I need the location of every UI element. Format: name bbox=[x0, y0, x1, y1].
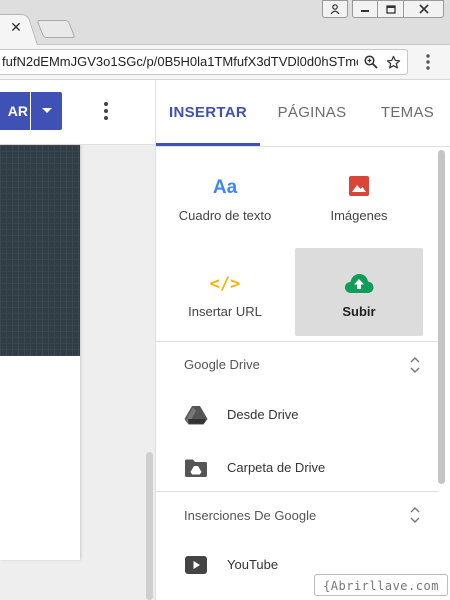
upload-tile[interactable]: Subir bbox=[295, 248, 423, 336]
google-drive-section-title[interactable]: Google Drive bbox=[184, 357, 260, 372]
page-preview[interactable] bbox=[0, 145, 80, 560]
youtube-icon bbox=[185, 556, 207, 574]
address-bar[interactable]: fufN2dEMmJGV3o1SGc/p/0B5H0la1TMfufX3dTVD… bbox=[0, 49, 408, 75]
publish-options-button[interactable] bbox=[31, 92, 62, 130]
collapse-icon[interactable] bbox=[408, 506, 422, 524]
more-options-icon[interactable] bbox=[98, 100, 114, 122]
tab-paginas[interactable]: PÁGINAS bbox=[260, 80, 364, 146]
from-drive-label: Desde Drive bbox=[227, 407, 299, 422]
images-tile[interactable]: Imágenes bbox=[295, 152, 423, 240]
code-icon: </> bbox=[209, 274, 241, 294]
drive-folder-label: Carpeta de Drive bbox=[227, 460, 326, 475]
close-window-button[interactable] bbox=[404, 0, 444, 18]
minimize-button[interactable] bbox=[352, 0, 378, 18]
embed-url-label: Insertar URL bbox=[188, 304, 262, 319]
zoom-icon[interactable] bbox=[364, 55, 378, 69]
minimize-icon bbox=[361, 10, 369, 12]
close-icon bbox=[418, 4, 429, 14]
google-embeds-section-title[interactable]: Inserciones De Google bbox=[184, 508, 316, 523]
browser-tab-strip: ✕ bbox=[0, 0, 450, 45]
section-divider bbox=[156, 341, 438, 342]
person-icon bbox=[330, 4, 340, 14]
active-tab-indicator bbox=[156, 143, 260, 146]
image-icon bbox=[349, 176, 369, 196]
editor-area: AR bbox=[0, 80, 155, 600]
publish-button[interactable]: AR bbox=[0, 92, 30, 130]
from-drive-item[interactable]: Desde Drive bbox=[156, 395, 438, 435]
panel-scrollbar[interactable] bbox=[438, 150, 445, 484]
tab-close-icon[interactable]: ✕ bbox=[8, 19, 24, 35]
bookmark-star-icon[interactable] bbox=[386, 55, 401, 70]
panel-tabs: INSERTAR PÁGINAS TEMAS bbox=[156, 80, 450, 147]
text-box-label: Cuadro de texto bbox=[178, 208, 272, 223]
url-text[interactable]: fufN2dEMmJGV3o1SGc/p/0B5H0la1TMfufX3dTVD… bbox=[2, 50, 358, 74]
restore-button[interactable] bbox=[378, 0, 404, 18]
profile-button[interactable] bbox=[322, 0, 348, 18]
cloud-upload-icon bbox=[344, 274, 374, 293]
collapse-icon[interactable] bbox=[408, 356, 422, 374]
caret-down-icon bbox=[41, 108, 52, 113]
browser-toolbar: fufN2dEMmJGV3o1SGc/p/0B5H0la1TMfufX3dTVD… bbox=[0, 45, 450, 80]
upload-label: Subir bbox=[342, 304, 376, 319]
tab-insertar[interactable]: INSERTAR bbox=[156, 80, 260, 146]
youtube-label: YouTube bbox=[227, 557, 279, 572]
page-header-image[interactable] bbox=[0, 145, 80, 356]
text-box-icon: Aa bbox=[212, 177, 238, 198]
watermark: {Abrirllave.com bbox=[314, 574, 448, 596]
embed-url-tile[interactable]: </> Insertar URL bbox=[161, 248, 289, 336]
drive-folder-icon bbox=[185, 459, 207, 477]
images-label: Imágenes bbox=[330, 208, 388, 223]
restore-icon bbox=[385, 5, 396, 14]
window-controls bbox=[322, 0, 444, 20]
browser-menu-icon[interactable] bbox=[420, 53, 436, 71]
drive-folder-item[interactable]: Carpeta de Drive bbox=[156, 448, 438, 488]
side-panel: INSERTAR PÁGINAS TEMAS Aa Cuadro de text… bbox=[155, 80, 450, 600]
drive-icon bbox=[184, 406, 208, 425]
editor-scrollbar[interactable] bbox=[146, 452, 153, 600]
new-tab-button[interactable] bbox=[36, 20, 76, 38]
tab-temas[interactable]: TEMAS bbox=[364, 80, 450, 146]
text-box-tile[interactable]: Aa Cuadro de texto bbox=[161, 152, 289, 240]
section-divider bbox=[156, 491, 438, 492]
editor-header: AR bbox=[0, 80, 155, 145]
